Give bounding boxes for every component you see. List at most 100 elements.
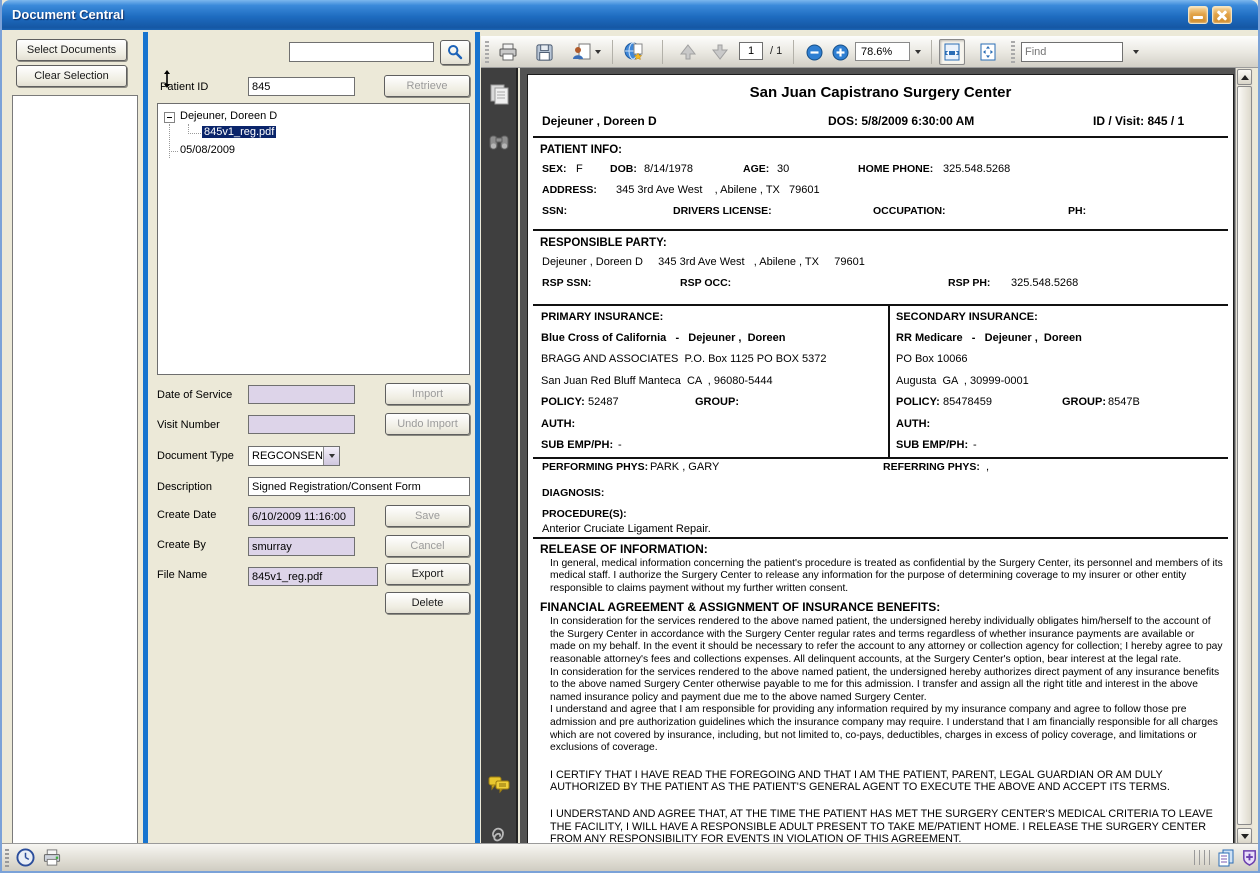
pdf-navigation-sidebar bbox=[481, 68, 518, 845]
print-button[interactable] bbox=[495, 39, 521, 65]
date-of-service-label: Date of Service bbox=[157, 389, 232, 401]
clock-icon[interactable] bbox=[16, 848, 35, 872]
create-by-field[interactable] bbox=[248, 537, 355, 556]
tree-node-date[interactable]: 05/08/2009 bbox=[180, 144, 235, 156]
page-number-input[interactable] bbox=[739, 42, 763, 60]
minimize-icon[interactable] bbox=[1188, 6, 1208, 24]
scrollbar-thumb[interactable] bbox=[1237, 86, 1252, 825]
export-pages-button[interactable] bbox=[569, 39, 603, 65]
document-tree[interactable]: Dejeuner, Doreen D 845v1_reg.pdf 05/08/2… bbox=[157, 103, 470, 375]
pages-panel-button[interactable] bbox=[487, 82, 511, 106]
next-page-button[interactable] bbox=[707, 39, 733, 65]
doc-responsible-header: RESPONSIBLE PARTY: bbox=[528, 231, 1233, 249]
doc-dos-value: 5/8/2009 6:30:00 AM bbox=[861, 114, 974, 128]
tree-node-document-selected[interactable]: 845v1_reg.pdf bbox=[202, 126, 276, 138]
cancel-button[interactable]: Cancel bbox=[385, 535, 470, 557]
comments-panel-button[interactable] bbox=[487, 773, 511, 797]
document-type-label: Document Type bbox=[157, 450, 234, 462]
doc-title: San Juan Capistrano Surgery Center bbox=[528, 84, 1233, 101]
statusbar bbox=[2, 843, 1258, 871]
document-type-combobox[interactable]: REGCONSENT bbox=[248, 446, 340, 466]
zoom-dropdown-caret[interactable] bbox=[911, 39, 925, 65]
doc-primary-insurance: PRIMARY INSURANCE: Blue Cross of Califor… bbox=[533, 306, 890, 457]
doc-secondary-carrier: RR Medicare - Dejeuner , Doreen bbox=[896, 332, 1082, 344]
undo-import-button[interactable]: Undo Import bbox=[385, 413, 470, 435]
doc-rsp-occ-label: RSP OCC: bbox=[680, 277, 731, 289]
retrieve-button[interactable]: Retrieve bbox=[384, 75, 470, 97]
doc-referring-value: , bbox=[986, 461, 989, 473]
scroll-down-icon[interactable] bbox=[1237, 828, 1252, 844]
doc-financial-p3: I understand and agree that I am respons… bbox=[528, 704, 1233, 754]
document-type-value: REGCONSENT bbox=[252, 450, 330, 462]
description-field[interactable] bbox=[248, 477, 470, 496]
toolbar-grip[interactable] bbox=[485, 41, 489, 63]
zoom-out-icon bbox=[806, 44, 823, 61]
doc-primary-carrier: Blue Cross of California - Dejeuner , Do… bbox=[541, 332, 786, 344]
close-icon[interactable] bbox=[1212, 6, 1232, 24]
zoom-level-combobox[interactable]: 78.6% bbox=[855, 42, 910, 61]
combo-arrow-icon[interactable] bbox=[323, 447, 339, 465]
scroll-up-icon[interactable] bbox=[1237, 69, 1252, 85]
doc-procedure-value: Anterior Cruciate Ligament Repair. bbox=[528, 523, 1233, 535]
fit-width-icon bbox=[943, 43, 961, 61]
toolbar-grip[interactable] bbox=[1011, 41, 1015, 63]
find-dropdown-caret[interactable] bbox=[1129, 39, 1143, 65]
zoom-out-button[interactable] bbox=[801, 39, 827, 65]
pdf-toolbar: / 1 78.6% bbox=[481, 36, 1260, 68]
import-button[interactable]: Import bbox=[385, 383, 470, 405]
doc-header-row: Dejeuner , Doreen D DOS: 5/8/2009 6:30:0… bbox=[528, 114, 1233, 136]
doc-financial-p2: In consideration for the services render… bbox=[528, 667, 1233, 705]
fit-width-button[interactable] bbox=[939, 39, 965, 65]
find-combobox[interactable] bbox=[1021, 42, 1123, 62]
copy-pages-icon[interactable] bbox=[1216, 848, 1236, 873]
titlebar[interactable]: Document Central bbox=[2, 0, 1258, 30]
doc-age-value: 30 bbox=[777, 163, 789, 175]
save-copy-button[interactable] bbox=[531, 39, 557, 65]
doc-patient-name: Dejeuner , Doreen D bbox=[542, 114, 657, 128]
doc-idvisit-value: 845 / 1 bbox=[1147, 114, 1184, 128]
doc-secondary-group-value: 8547B bbox=[1108, 396, 1140, 408]
doc-insurance-section: PRIMARY INSURANCE: Blue Cross of Califor… bbox=[533, 304, 1228, 457]
patient-id-input[interactable] bbox=[248, 77, 355, 96]
tree-node-patient[interactable]: Dejeuner, Doreen D bbox=[180, 110, 277, 122]
description-label: Description bbox=[157, 481, 212, 493]
document-scrollbar[interactable] bbox=[1235, 68, 1253, 845]
select-documents-button[interactable]: Select Documents bbox=[16, 39, 127, 61]
visit-number-field[interactable] bbox=[248, 415, 355, 434]
delete-button[interactable]: Delete bbox=[385, 592, 470, 614]
search-input[interactable] bbox=[289, 42, 434, 62]
create-date-field[interactable] bbox=[248, 507, 355, 526]
doc-responsible-line: Dejeuner , Doreen D 345 3rd Ave West , A… bbox=[542, 256, 865, 268]
doc-primary-auth-label: AUTH: bbox=[541, 418, 575, 430]
pages-panel-icon bbox=[487, 82, 511, 106]
printer-icon[interactable] bbox=[42, 848, 62, 872]
pdf-page: San Juan Capistrano Surgery Center Dejeu… bbox=[527, 74, 1234, 845]
save-icon bbox=[535, 43, 554, 62]
save-button[interactable]: Save bbox=[385, 505, 470, 527]
date-of-service-field[interactable] bbox=[248, 385, 355, 404]
fit-page-button[interactable] bbox=[975, 39, 1001, 65]
doc-secondary-address1: PO Box 10066 bbox=[896, 353, 968, 365]
tree-collapse-toggle-icon[interactable] bbox=[164, 112, 175, 123]
doc-ssn-label: SSN: bbox=[542, 205, 567, 217]
doc-address-value: 345 3rd Ave West , Abilene , TX 79601 bbox=[616, 184, 820, 196]
doc-secondary-group-label: GROUP: bbox=[1062, 396, 1106, 408]
file-name-field[interactable] bbox=[248, 567, 378, 586]
selected-documents-list[interactable] bbox=[12, 95, 138, 845]
prev-page-icon bbox=[679, 43, 697, 61]
create-date-label: Create Date bbox=[157, 509, 216, 521]
fit-page-icon bbox=[979, 43, 997, 61]
export-button[interactable]: Export bbox=[385, 563, 470, 585]
zoom-in-button[interactable] bbox=[827, 39, 853, 65]
doc-secondary-header: SECONDARY INSURANCE: bbox=[896, 311, 1038, 323]
doc-age-label: AGE: bbox=[743, 163, 769, 175]
previous-page-button[interactable] bbox=[675, 39, 701, 65]
clear-selection-button[interactable]: Clear Selection bbox=[16, 65, 127, 87]
doc-sex-label: SEX: bbox=[542, 163, 567, 175]
search-panel-button[interactable] bbox=[487, 130, 511, 154]
right-splitter[interactable] bbox=[475, 32, 480, 845]
search-button[interactable] bbox=[440, 40, 470, 65]
secure-badge-icon[interactable] bbox=[1240, 848, 1259, 872]
web-capture-button[interactable] bbox=[621, 39, 647, 65]
left-splitter[interactable] bbox=[143, 32, 148, 845]
